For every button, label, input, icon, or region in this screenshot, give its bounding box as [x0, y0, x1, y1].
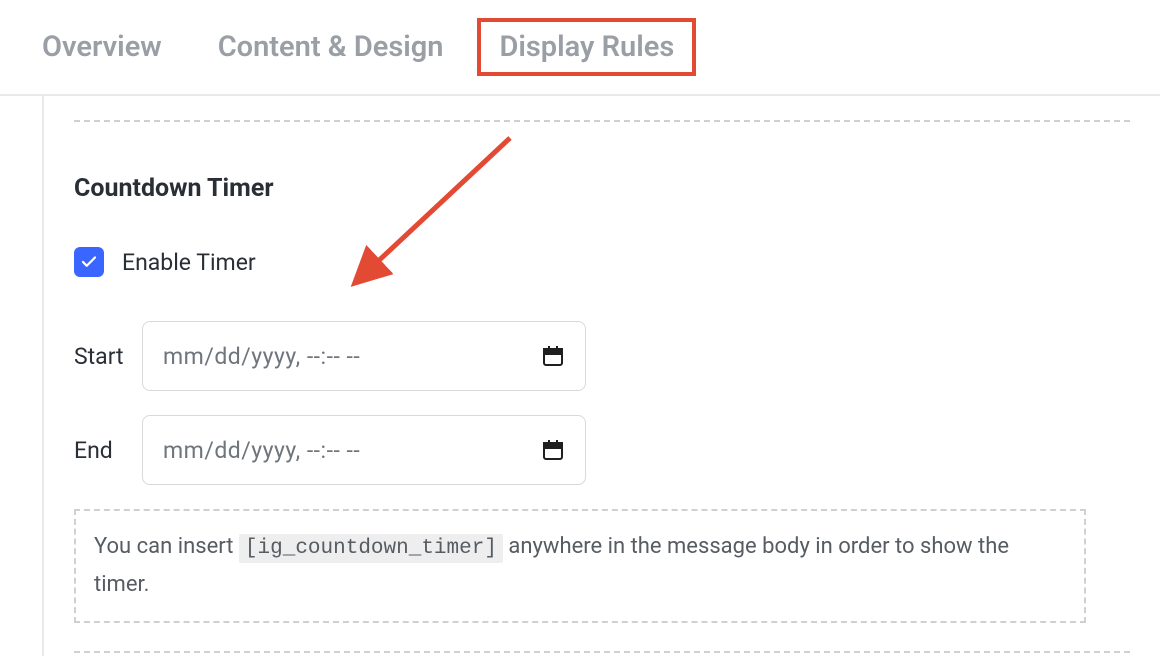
end-placeholder: mm/dd/yyyy, --:-- -- [163, 437, 360, 464]
start-field-row: Start mm/dd/yyyy, --:-- -- [74, 321, 1130, 391]
enable-timer-checkbox[interactable] [74, 247, 104, 277]
hint-prefix: You can insert [94, 534, 239, 559]
divider-top [74, 120, 1130, 122]
start-datetime-input[interactable]: mm/dd/yyyy, --:-- -- [142, 321, 586, 391]
calendar-icon[interactable] [541, 438, 565, 462]
end-label: End [74, 437, 142, 464]
section-title: Countdown Timer [74, 174, 1130, 203]
calendar-icon[interactable] [541, 344, 565, 368]
start-placeholder: mm/dd/yyyy, --:-- -- [163, 343, 360, 370]
tab-overview[interactable]: Overview [42, 30, 162, 64]
divider-bottom [74, 651, 1130, 653]
end-field-row: End mm/dd/yyyy, --:-- -- [74, 415, 1130, 485]
enable-timer-label: Enable Timer [122, 249, 256, 276]
check-icon [80, 253, 98, 271]
enable-timer-row: Enable Timer [74, 247, 1130, 277]
tabs-bar: Overview Content & Design Display Rules [0, 0, 1160, 96]
start-label: Start [74, 343, 142, 370]
countdown-panel: Countdown Timer Enable Timer Start mm/dd… [42, 96, 1160, 656]
end-datetime-input[interactable]: mm/dd/yyyy, --:-- -- [142, 415, 586, 485]
tab-content-design[interactable]: Content & Design [218, 30, 444, 64]
tab-display-rules[interactable]: Display Rules [477, 18, 696, 76]
hint-box: You can insert [ig_countdown_timer] anyw… [74, 509, 1086, 623]
hint-code: [ig_countdown_timer] [239, 534, 503, 563]
